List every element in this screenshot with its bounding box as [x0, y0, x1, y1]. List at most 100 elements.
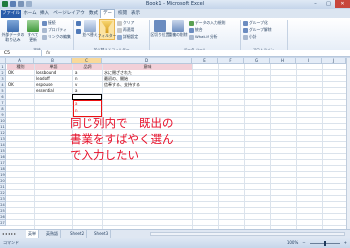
gridline	[6, 99, 346, 100]
gridline	[6, 183, 346, 184]
data-validation-button[interactable]: データの入力規則	[189, 20, 225, 26]
tab-file[interactable]: ファイル	[1, 10, 21, 18]
column-header[interactable]: J	[322, 58, 346, 64]
minimize-icon[interactable]: –	[309, 0, 322, 8]
gridline	[6, 75, 346, 76]
ungroup-icon	[243, 27, 248, 33]
gridline	[6, 111, 346, 112]
column-header[interactable]: E	[192, 58, 218, 64]
table-cell[interactable]: 信奉する、支持する	[103, 82, 140, 88]
tab-review[interactable]: 校閲	[117, 10, 128, 18]
close-icon[interactable]: ✕	[335, 0, 350, 8]
ungroup-button[interactable]: グループ解除	[243, 27, 272, 33]
vertical-scrollbar[interactable]	[346, 58, 350, 229]
database-icon	[7, 20, 19, 32]
tab-page-layout[interactable]: ページレイアウト	[52, 10, 86, 24]
column-header[interactable]: H	[270, 58, 296, 64]
subtotal-icon	[243, 34, 248, 40]
status-mode: コマンド	[3, 240, 19, 245]
remove-duplicates-icon	[172, 20, 184, 32]
clear-filter-button[interactable]: クリア	[117, 20, 134, 26]
sheet-tab[interactable]: Sheet3	[92, 230, 112, 238]
sheet-tab[interactable]: Sheet2	[68, 230, 88, 238]
red-mark: n	[75, 108, 78, 113]
subtotal-button[interactable]: 小計	[243, 34, 257, 40]
sort-az-button[interactable]	[76, 21, 82, 26]
gridline	[192, 64, 193, 229]
group-icon	[243, 20, 248, 26]
table-cell[interactable]: essential	[35, 88, 54, 94]
tab-view[interactable]: 表示	[130, 10, 141, 18]
zoom-in-icon[interactable]: +	[344, 238, 347, 248]
column-header[interactable]: G	[244, 58, 270, 64]
filter-button[interactable]: フィルター	[98, 19, 116, 40]
zoom-slider[interactable]	[309, 240, 340, 246]
sheet-tab[interactable]: 英単	[26, 230, 39, 238]
gridline	[6, 117, 346, 118]
tab-formulas[interactable]: 数式	[88, 10, 99, 18]
gridline	[6, 159, 346, 160]
text-to-columns-button[interactable]: 区切り位置	[151, 20, 170, 38]
connections-button[interactable]: 接続	[42, 20, 56, 26]
tab-home[interactable]: ホーム	[23, 10, 37, 18]
tab-data[interactable]: データ	[100, 9, 115, 24]
sheet-nav-arrows-icon[interactable]: ◂◂◂▸▸	[2, 231, 17, 236]
fx-icon[interactable]: fx	[46, 50, 50, 57]
name-box[interactable]: C5	[2, 50, 42, 57]
table-cell[interactable]: OK	[7, 70, 14, 76]
remove-duplicates-button[interactable]: 重複の削除	[169, 20, 188, 38]
worksheet-grid[interactable]: A B C D E F G H I J 種別 単語 品詞 意味 OK lossb…	[0, 58, 346, 229]
gridline	[6, 195, 346, 196]
group-divider	[73, 20, 74, 53]
gridline	[6, 189, 346, 190]
validation-icon	[189, 20, 194, 26]
column-header[interactable]: F	[218, 58, 244, 64]
group-button[interactable]: グループ化	[243, 20, 268, 26]
zoom-out-icon[interactable]: −	[302, 238, 305, 248]
maximize-icon[interactable]: □	[322, 0, 335, 8]
gridline	[6, 225, 346, 226]
what-if-button[interactable]: What-If 分析	[189, 34, 218, 40]
gridline	[218, 64, 219, 229]
reapply-button[interactable]: 再適用	[117, 27, 134, 33]
zoom-level[interactable]: 100%	[287, 238, 298, 248]
row-header[interactable]: 27	[0, 220, 6, 226]
gridline	[322, 64, 323, 229]
sheet-tab-bar: ◂◂◂▸▸ 英単 英熟語 Sheet2 Sheet3	[0, 229, 350, 238]
text-columns-icon	[154, 20, 166, 32]
sort-ascending-icon	[76, 21, 81, 26]
external-data-button[interactable]: 外部データの 取り込み	[2, 20, 24, 42]
window-controls: – □ ✕	[309, 0, 350, 8]
gridline	[6, 129, 346, 130]
gridline	[6, 81, 346, 82]
zoom-controls: 100% − +	[287, 238, 347, 248]
gridline	[6, 135, 346, 136]
gridline	[6, 177, 346, 178]
link-icon	[42, 34, 47, 40]
gridline	[6, 165, 346, 166]
gridline	[6, 147, 346, 148]
sort-descending-icon	[76, 29, 81, 34]
properties-button[interactable]: プロパティ	[42, 27, 67, 33]
sort-za-button[interactable]	[76, 29, 82, 34]
refresh-all-button[interactable]: すべて 更新	[26, 20, 40, 42]
gridline	[6, 207, 346, 208]
edit-links-button[interactable]: リンクの編集	[42, 34, 71, 40]
tab-insert[interactable]: 挿入	[39, 10, 50, 18]
title-bar: Book1 - Microsoft Excel – □ ✕	[0, 0, 350, 9]
sort-button[interactable]: 並べ替え	[82, 20, 98, 38]
advanced-filter-button[interactable]: 詳細設定	[117, 34, 138, 40]
consolidate-button[interactable]: 統合	[189, 27, 203, 33]
horizontal-scrollbar[interactable]	[150, 232, 345, 236]
ribbon-tab-bar: ファイル ホーム 挿入 ページレイアウト 数式 データ 校閲 表示	[0, 9, 350, 24]
filter-icon	[101, 21, 113, 33]
window-title: Book1 - Microsoft Excel	[145, 1, 205, 7]
annotation-text: 同じ列内で 既出の 書業をすばやく選ん で入力したい	[70, 116, 174, 162]
formula-bar: C5 fx	[0, 50, 350, 57]
column-header[interactable]: I	[296, 58, 322, 64]
advanced-icon	[117, 34, 122, 40]
sheet-tab[interactable]: 英熟語	[44, 230, 61, 238]
red-mark: a	[75, 101, 78, 106]
table-cell[interactable]: OK	[7, 82, 14, 88]
connections-icon	[42, 20, 47, 26]
